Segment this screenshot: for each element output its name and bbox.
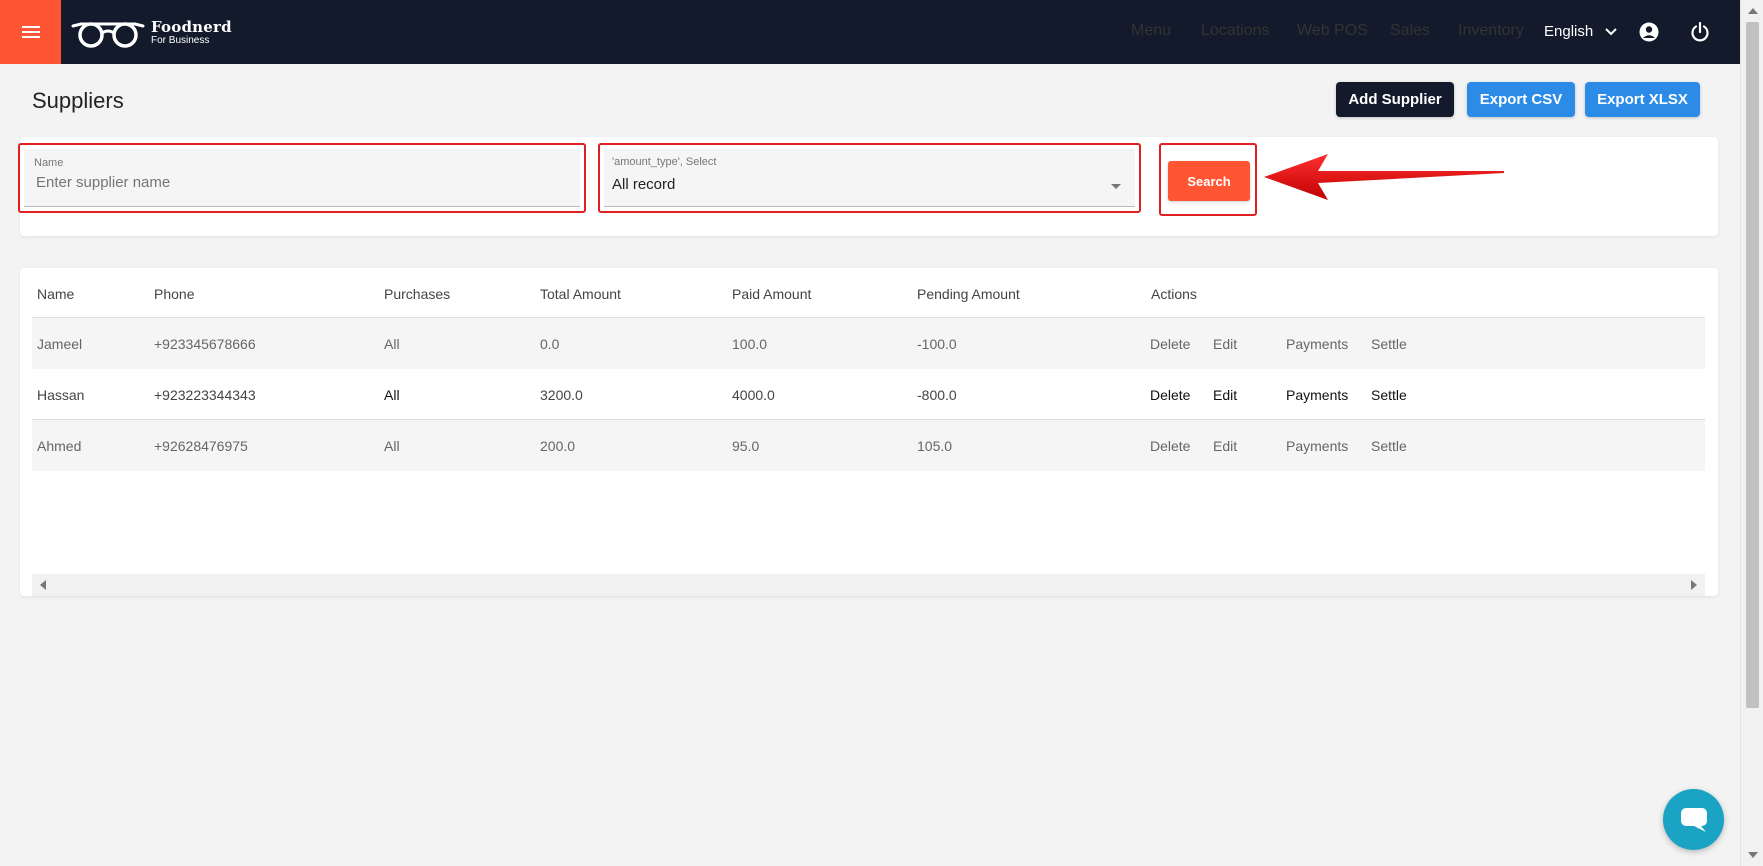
cell-purchases: All — [384, 336, 400, 352]
edit-action[interactable]: Edit — [1213, 336, 1237, 352]
column-header-total-amount: Total Amount — [540, 286, 621, 302]
nav-item-web-pos[interactable]: Web POS — [1297, 22, 1368, 40]
cell-total-amount: 0.0 — [540, 336, 560, 352]
cell-purchases: All — [384, 438, 400, 454]
nav-item-inventory[interactable]: Inventory — [1458, 22, 1524, 40]
cell-name: Jameel — [37, 336, 83, 352]
add-supplier-button[interactable]: Add Supplier — [1336, 82, 1454, 117]
brand-name: Foodnerd — [151, 18, 232, 36]
delete-action[interactable]: Delete — [1150, 336, 1190, 352]
account-icon[interactable] — [1638, 21, 1660, 43]
scroll-right-arrow-icon[interactable] — [1691, 580, 1697, 590]
cell-pending-amount: 105.0 — [917, 438, 953, 454]
export-xlsx-button[interactable]: Export XLSX — [1585, 82, 1700, 117]
language-selector[interactable]: English — [1544, 23, 1617, 40]
cell-paid-amount: 95.0 — [732, 438, 760, 454]
cell-phone: +92628476975 — [154, 438, 248, 454]
select-current-value: All record — [612, 176, 676, 193]
cell-total-amount: 3200.0 — [540, 387, 583, 403]
search-button[interactable]: Search — [1168, 161, 1250, 201]
settle-action[interactable]: Settle — [1371, 438, 1407, 454]
scroll-up-arrow-icon[interactable] — [1748, 8, 1758, 14]
column-header-purchases: Purchases — [384, 286, 451, 302]
payments-action[interactable]: Payments — [1286, 336, 1348, 352]
cell-paid-amount: 4000.0 — [732, 387, 775, 403]
dropdown-arrow-icon — [1111, 184, 1121, 189]
column-header-name: Name — [37, 286, 75, 302]
menu-toggle-button[interactable] — [0, 0, 61, 64]
cell-phone: +923345678666 — [154, 336, 256, 352]
page-title: Suppliers — [32, 88, 124, 113]
power-icon[interactable] — [1689, 21, 1711, 43]
cell-pending-amount: -100.0 — [917, 336, 957, 352]
chat-icon — [1680, 807, 1707, 832]
search-button-highlight: Search — [1159, 143, 1257, 216]
scroll-left-arrow-icon[interactable] — [40, 580, 46, 590]
settle-action[interactable]: Settle — [1371, 336, 1407, 352]
page-scrollbar[interactable] — [1740, 0, 1763, 866]
delete-action[interactable]: Delete — [1150, 387, 1190, 403]
nav-item-menu[interactable]: Menu — [1131, 22, 1171, 40]
cell-phone: +923223344343 — [154, 387, 256, 403]
edit-action[interactable]: Edit — [1213, 438, 1237, 454]
amount-type-select-field: 'amount_type', Select All record — [598, 143, 1141, 213]
delete-action[interactable]: Delete — [1150, 438, 1190, 454]
brand-subtitle: For Business — [151, 35, 210, 46]
cell-purchases[interactable]: All — [384, 387, 400, 403]
red-arrow-annotation-icon — [1264, 154, 1504, 200]
table-row — [32, 318, 1705, 369]
menu-icon — [21, 26, 40, 38]
settle-action[interactable]: Settle — [1371, 387, 1407, 403]
brand-logo[interactable]: Foodnerd For Business — [71, 16, 232, 50]
nav-item-locations[interactable]: Locations — [1201, 22, 1270, 40]
payments-action[interactable]: Payments — [1286, 438, 1348, 454]
cell-paid-amount: 100.0 — [732, 336, 768, 352]
nav-item-sales[interactable]: Sales — [1390, 22, 1430, 40]
glasses-logo-icon — [71, 22, 145, 48]
select-field-label: 'amount_type', Select — [612, 156, 717, 168]
table-row — [32, 369, 1705, 420]
cell-pending-amount: -800.0 — [917, 387, 957, 403]
cell-total-amount: 200.0 — [540, 438, 576, 454]
name-filter-field: Name — [18, 143, 586, 213]
top-navbar: Foodnerd For Business Menu Locations Web… — [0, 0, 1740, 64]
column-header-pending-amount: Pending Amount — [917, 286, 1020, 302]
scrollbar-thumb[interactable] — [1746, 22, 1759, 708]
cell-name: Hassan — [37, 387, 85, 403]
column-header-actions: Actions — [1151, 286, 1197, 302]
supplier-name-input[interactable] — [36, 174, 537, 191]
scroll-down-arrow-icon[interactable] — [1748, 852, 1758, 858]
chat-widget-button[interactable] — [1663, 789, 1724, 850]
name-field-label: Name — [34, 157, 64, 169]
column-header-paid-amount: Paid Amount — [732, 286, 812, 302]
table-horizontal-scrollbar[interactable] — [32, 574, 1705, 596]
language-label: English — [1544, 23, 1594, 40]
payments-action[interactable]: Payments — [1286, 387, 1348, 403]
amount-type-select[interactable]: 'amount_type', Select All record — [604, 149, 1135, 207]
export-csv-button[interactable]: Export CSV — [1467, 82, 1575, 117]
cell-name: Ahmed — [37, 438, 82, 454]
column-header-phone: Phone — [154, 286, 195, 302]
chevron-down-icon — [1605, 27, 1617, 35]
edit-action[interactable]: Edit — [1213, 387, 1237, 403]
table-row — [32, 420, 1705, 471]
